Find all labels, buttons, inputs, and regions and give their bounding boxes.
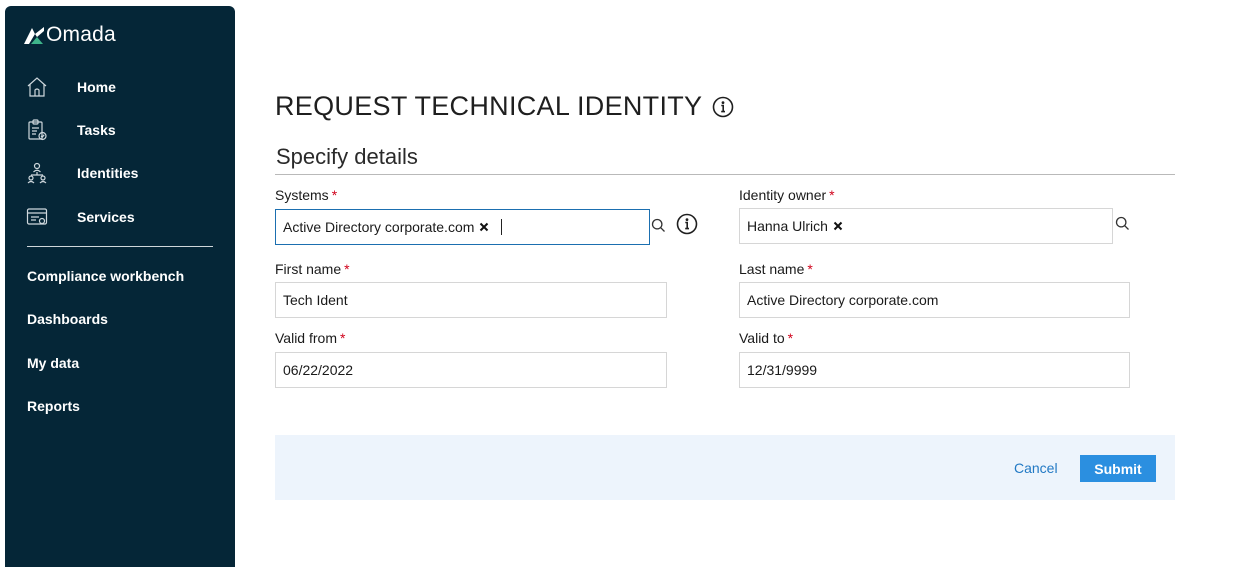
search-icon[interactable] [1115, 216, 1130, 231]
first-name-field[interactable] [275, 282, 667, 318]
sidebar-divider [27, 246, 213, 247]
sidebar-item-identities[interactable]: Identities [5, 155, 235, 191]
home-icon [27, 77, 47, 97]
last-name-label-text: Last name [739, 261, 805, 277]
info-icon[interactable] [712, 96, 734, 118]
required-mark: * [829, 187, 835, 203]
valid-to-label-text: Valid to [739, 330, 785, 346]
brand-name: Omada [46, 23, 116, 46]
systems-info-icon[interactable] [676, 213, 698, 235]
systems-label: Systems * [275, 187, 337, 203]
sidebar-item-tasks[interactable]: Tasks [5, 112, 235, 148]
required-mark: * [344, 261, 350, 277]
sidebar-item-label: Tasks [77, 122, 116, 138]
sidebar-item-services[interactable]: Services [5, 199, 235, 235]
submit-button[interactable]: Submit [1080, 455, 1156, 482]
first-name-input[interactable] [283, 292, 666, 308]
systems-label-text: Systems [275, 187, 329, 203]
valid-to-label: Valid to * [739, 330, 793, 346]
section-title: Specify details [276, 144, 418, 169]
identity-owner-input[interactable]: Hanna Ulrich [739, 208, 1113, 244]
identity-owner-label-text: Identity owner [739, 187, 827, 203]
page-title: REQUEST TECHNICAL IDENTITY [275, 91, 734, 122]
sidebar: Omada Home Tasks Identities Services Com… [5, 6, 235, 567]
remove-chip-icon[interactable] [479, 222, 489, 232]
sidebar-item-label: Services [77, 209, 135, 225]
sidebar-item-label: Home [77, 79, 116, 95]
sidebar-link-my-data[interactable]: My data [27, 355, 79, 371]
valid-to-field[interactable] [739, 352, 1130, 388]
cancel-button[interactable]: Cancel [1014, 460, 1058, 476]
remove-chip-icon[interactable] [833, 221, 843, 231]
last-name-input[interactable] [747, 292, 1129, 308]
last-name-field[interactable] [739, 282, 1130, 318]
sidebar-link-reports[interactable]: Reports [27, 398, 80, 414]
sidebar-item-label: Identities [77, 165, 139, 181]
identity-owner-chip-label: Hanna Ulrich [747, 218, 828, 234]
clipboard-icon [28, 119, 47, 141]
valid-from-label-text: Valid from [275, 330, 337, 346]
brand-logo[interactable]: Omada [23, 23, 116, 47]
valid-from-input[interactable] [283, 362, 666, 378]
systems-chip-label: Active Directory corporate.com [283, 219, 475, 235]
identity-owner-label: Identity owner * [739, 187, 835, 203]
page-title-text: REQUEST TECHNICAL IDENTITY [275, 91, 703, 121]
first-name-label-text: First name [275, 261, 342, 277]
sidebar-item-home[interactable]: Home [5, 69, 235, 105]
services-card-icon [26, 208, 48, 225]
required-mark: * [787, 330, 794, 346]
last-name-label: Last name * [739, 261, 813, 277]
omada-logo-icon [24, 27, 44, 44]
search-icon[interactable] [651, 218, 666, 233]
sidebar-link-dashboards[interactable]: Dashboards [27, 311, 108, 327]
required-mark: * [331, 187, 338, 203]
valid-from-label: Valid from * [275, 330, 345, 346]
required-mark: * [807, 261, 813, 277]
text-caret [501, 219, 503, 235]
people-network-icon [27, 162, 47, 184]
first-name-label: First name * [275, 261, 350, 277]
sidebar-link-compliance-workbench[interactable]: Compliance workbench [27, 268, 184, 284]
required-mark: * [339, 330, 346, 346]
valid-from-field[interactable] [275, 352, 667, 388]
section-divider [275, 174, 1175, 175]
valid-to-input[interactable] [747, 362, 1129, 378]
systems-input[interactable]: Active Directory corporate.com [275, 209, 650, 245]
